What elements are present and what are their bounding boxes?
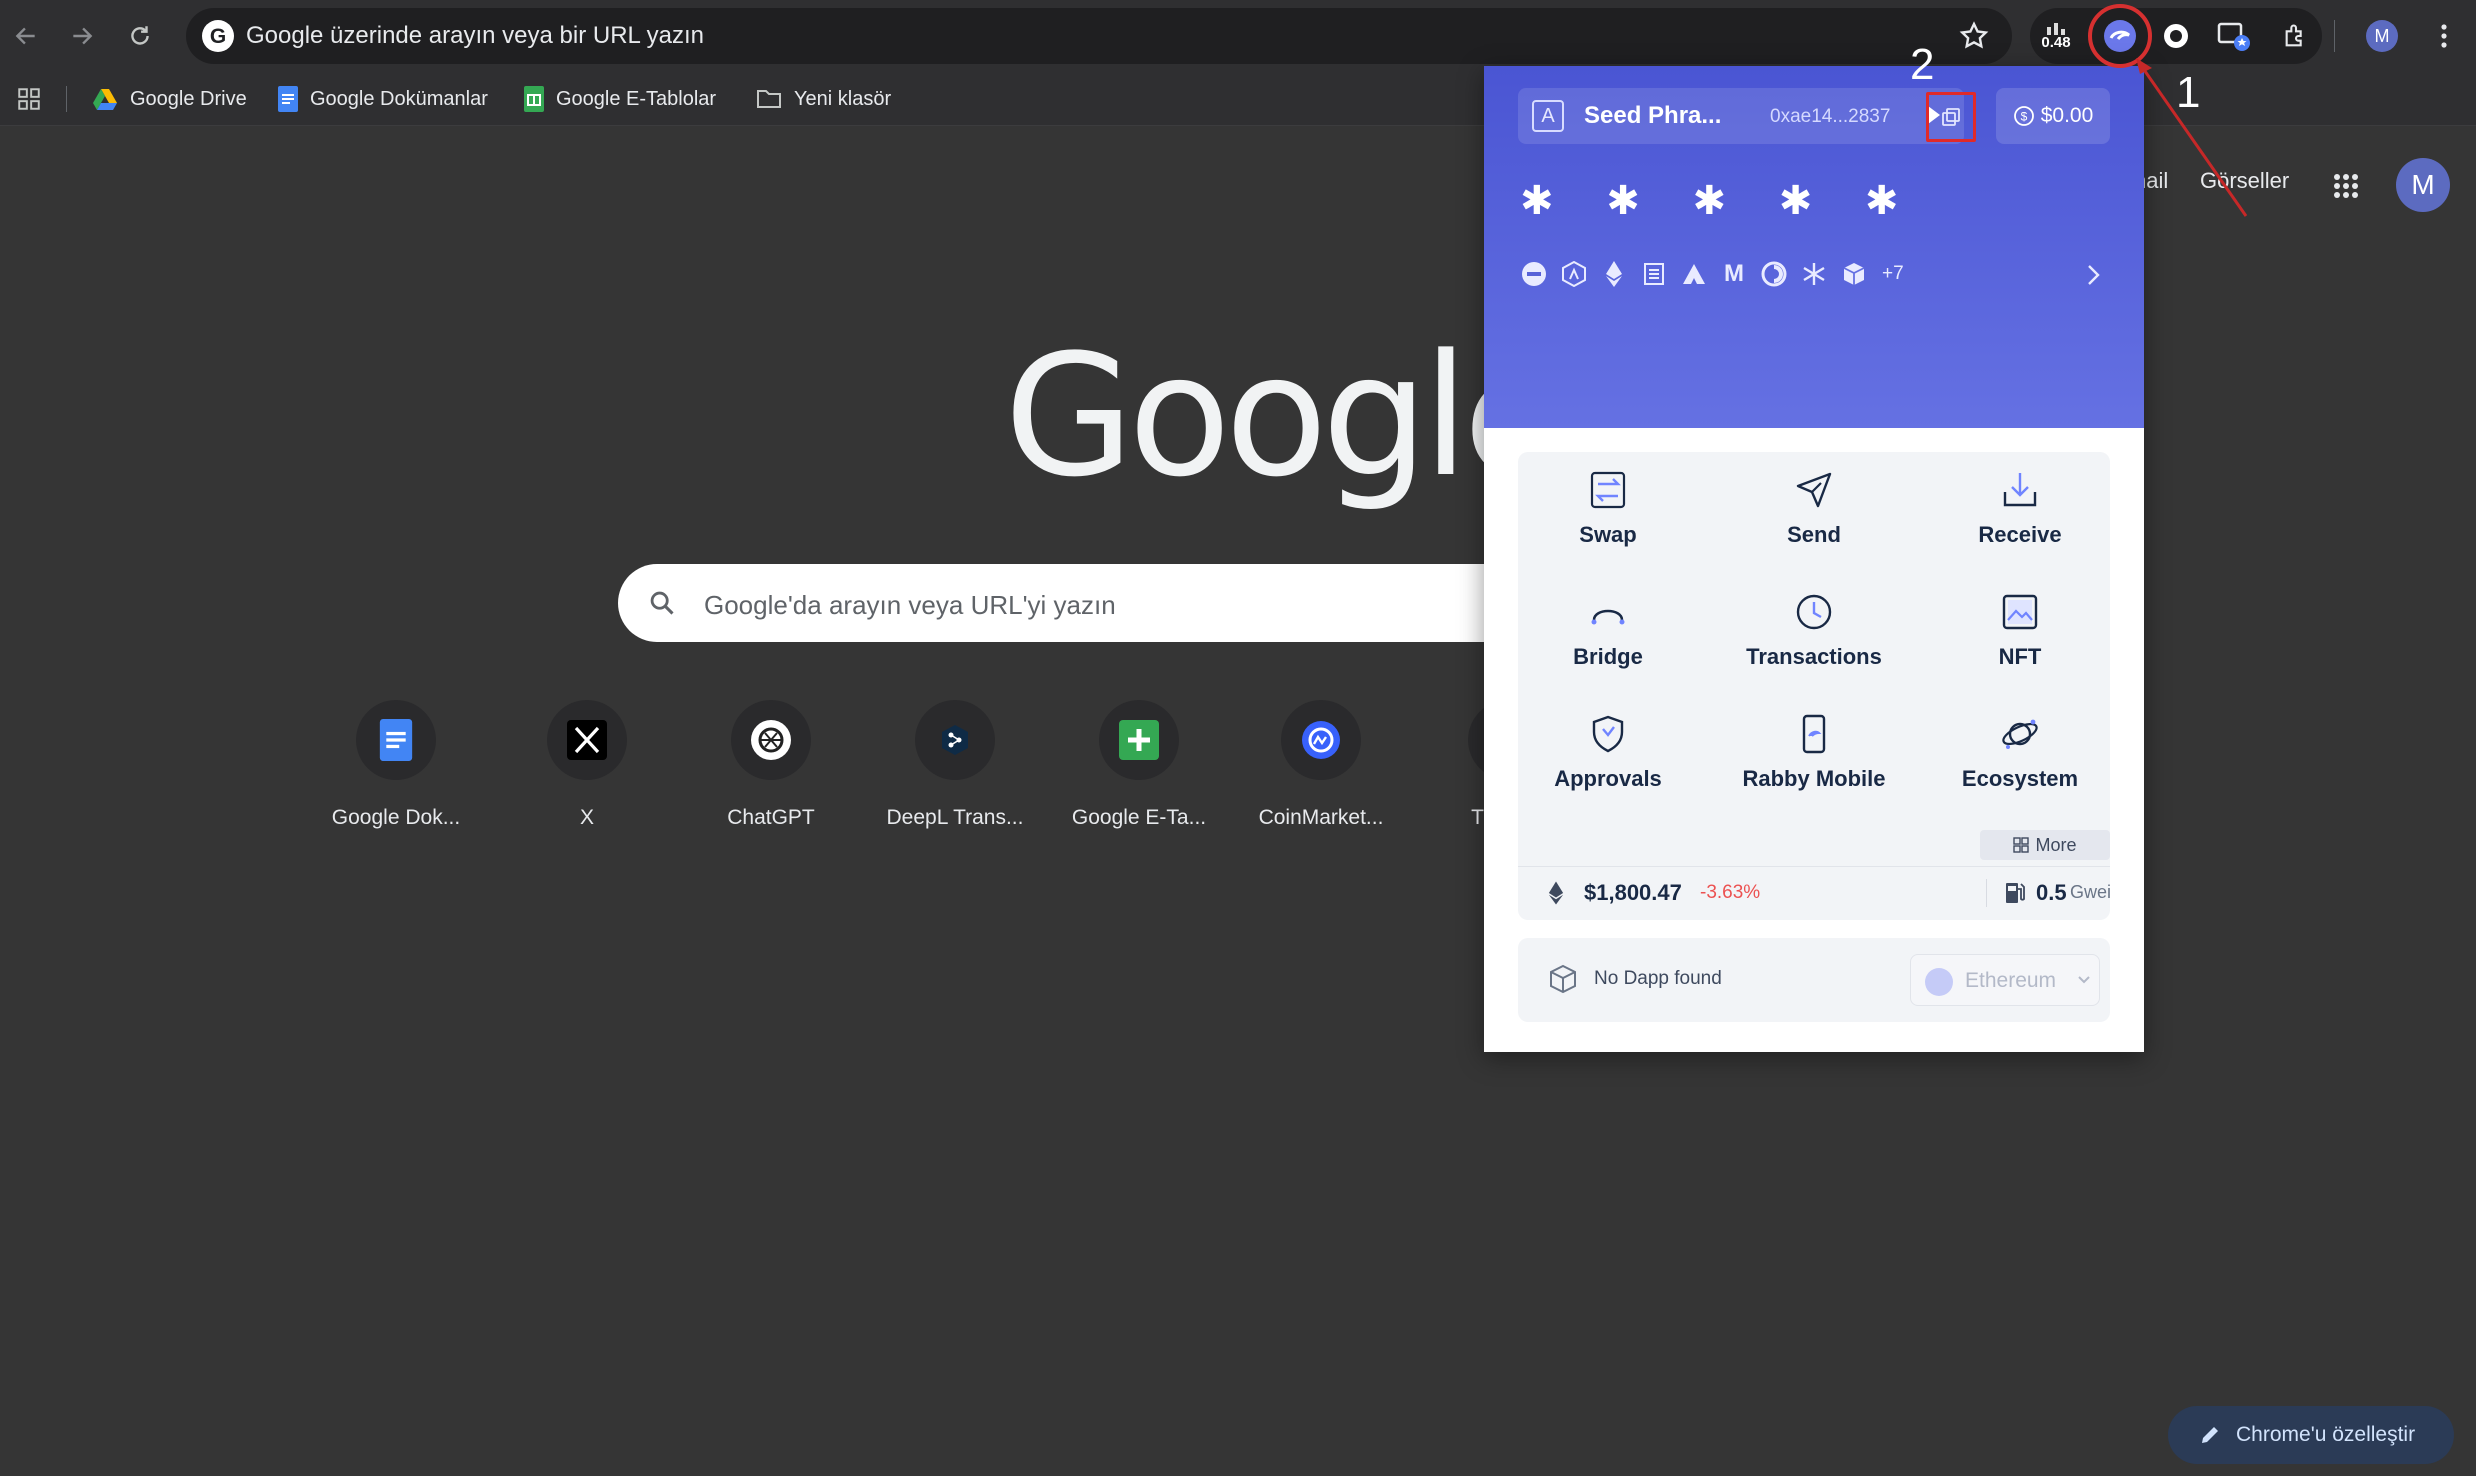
action-label: Ecosystem — [1961, 766, 2079, 791]
search-icon — [650, 591, 674, 615]
ethereum-icon — [1548, 881, 1564, 905]
chain-selector-label: Ethereum — [1965, 969, 2057, 992]
avalanche-icon — [1680, 260, 1708, 288]
action-label: Rabby Mobile — [1742, 766, 1886, 791]
chatgpt-icon — [751, 720, 791, 760]
action-label: Swap — [1579, 522, 1637, 547]
receive-button[interactable]: Receive — [1930, 462, 2110, 572]
action-label: Approvals — [1554, 766, 1662, 791]
shortcut-google-sheets[interactable]: Google E-Ta... — [1054, 700, 1224, 840]
shortcut-icon-bg — [547, 700, 627, 780]
m-chain-icon: M — [1724, 260, 1744, 287]
coinmarketcap-icon — [1302, 721, 1340, 759]
shortcut-chatgpt[interactable]: ChatGPT — [686, 700, 856, 840]
phone-icon — [1802, 714, 1826, 754]
shortcut-icon-bg — [1281, 700, 1361, 780]
receive-icon — [2003, 473, 2037, 507]
deepl-icon — [942, 725, 968, 755]
dapp-status: No Dapp found — [1594, 968, 1722, 989]
shortcut-label: DeepL Trans... — [886, 806, 1024, 829]
eth-price: $1,800.47 — [1584, 880, 1682, 905]
shortcut-deepl[interactable]: DeepL Trans... — [870, 700, 1040, 840]
shortcut-label: Google E-Ta... — [1071, 806, 1207, 829]
current-dapp-box: No Dapp found Ethereum — [1518, 938, 2110, 1022]
more-actions-button[interactable]: More — [1980, 830, 2110, 860]
planet-icon — [2002, 719, 2038, 749]
gas-value: 0.5 — [2036, 880, 2067, 905]
more-label: More — [2035, 834, 2077, 855]
shortcut-label: ChatGPT — [727, 806, 815, 829]
customize-chrome-button[interactable]: Chrome'u özelleştir — [2168, 1406, 2454, 1464]
shortcut-label: X — [579, 806, 594, 829]
action-label: Bridge — [1573, 644, 1643, 669]
shortcut-icon-bg — [731, 700, 811, 780]
annotation-arrow — [2136, 58, 2248, 217]
shield-icon — [1592, 715, 1624, 753]
snowflake-icon — [1800, 260, 1828, 288]
shortcut-partial[interactable]: T — [1420, 700, 1484, 840]
shortcut-coinmarketcap[interactable]: CoinMarket... — [1236, 700, 1406, 840]
action-label: NFT — [1998, 644, 2042, 669]
google-search-box[interactable]: Google'da arayın veya URL'yi yazın — [618, 564, 1618, 642]
shortcut-icon-bg — [356, 700, 436, 780]
shortcut-icon-bg — [1099, 700, 1179, 780]
swap-button[interactable]: Swap — [1518, 462, 1698, 572]
nft-icon — [2002, 594, 2038, 630]
rabby-mobile-button[interactable]: Rabby Mobile — [1724, 706, 1904, 816]
price-divider — [1986, 879, 1987, 907]
arbitrum-icon — [1560, 260, 1588, 288]
customize-label: Chrome'u özelleştir — [2236, 1423, 2416, 1446]
gas-unit: Gwei — [2070, 882, 2112, 902]
bridge-button[interactable]: Bridge — [1518, 584, 1698, 694]
chevron-down-icon — [2078, 976, 2090, 984]
eth-price-change: -3.63% — [1700, 882, 1761, 903]
x-logo-icon — [567, 720, 607, 760]
clock-icon — [1796, 594, 1832, 630]
chevron-right-icon[interactable] — [2082, 262, 2104, 288]
search-placeholder: Google'da arayın veya URL'yi yazın — [704, 590, 1116, 620]
docs-icon — [379, 719, 413, 761]
celo-icon — [1760, 260, 1788, 288]
shortcut-label: CoinMarket... — [1258, 806, 1384, 829]
google-logo: Google — [1004, 318, 1566, 514]
transactions-button[interactable]: Transactions — [1724, 584, 1904, 694]
grid-icon — [2013, 837, 2030, 853]
swap-icon — [1590, 471, 1626, 509]
nft-button[interactable]: NFT — [1930, 584, 2110, 694]
shortcut-label: T — [1471, 806, 1484, 829]
ethereum-chain-icon — [1925, 968, 1953, 996]
action-label: Transactions — [1746, 644, 1882, 669]
market-info-row: $1,800.47 -3.63% 0.5 Gwei — [1518, 866, 2112, 918]
chains-more-count: +7 — [1882, 263, 1904, 284]
shortcut-icon-bg — [915, 700, 995, 780]
chain-icon — [1640, 260, 1668, 288]
minus-icon — [1520, 260, 1548, 288]
chain-list[interactable]: M +7 — [1520, 254, 1904, 294]
bridge-icon — [1591, 609, 1625, 625]
cube-outline-icon — [1550, 964, 1576, 994]
shortcut-label: Google Dok... — [331, 806, 461, 829]
send-icon — [1796, 472, 1832, 508]
ethereum-icon — [1600, 260, 1628, 288]
chain-selector[interactable]: Ethereum — [1910, 954, 2100, 1006]
send-button[interactable]: Send — [1724, 462, 1904, 572]
approvals-button[interactable]: Approvals — [1518, 706, 1698, 816]
shortcut-google-docs[interactable]: Google Dok... — [311, 700, 481, 840]
gas-pump-icon — [2006, 883, 2025, 903]
shortcut-x[interactable]: X — [502, 700, 672, 840]
shortcut-icon-bg — [1468, 700, 1484, 780]
pencil-icon — [2202, 1427, 2218, 1443]
action-label: Send — [1787, 522, 1841, 547]
action-label: Receive — [1978, 522, 2062, 547]
ecosystem-button[interactable]: Ecosystem — [1930, 706, 2110, 816]
cube-icon — [1840, 260, 1868, 288]
sheets-icon — [1119, 720, 1159, 760]
